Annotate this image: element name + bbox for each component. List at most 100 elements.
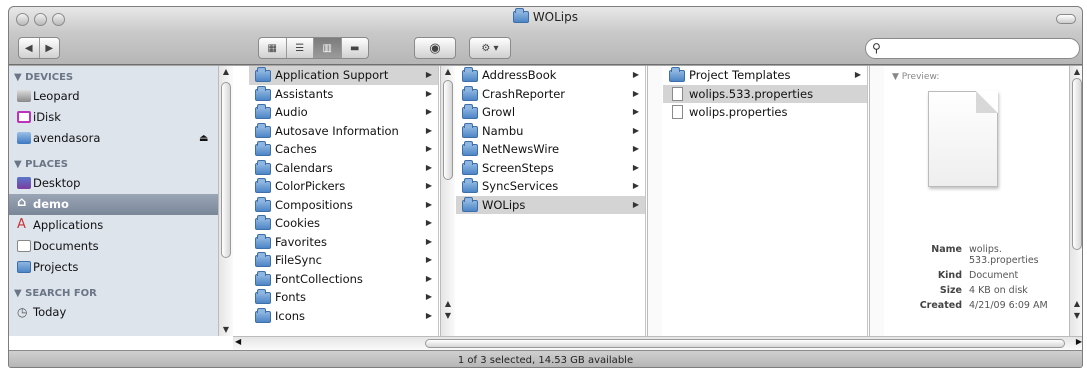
sidebar-header-places[interactable]: ▼ PLACES (9, 157, 231, 173)
sidebar-item-demo[interactable]: ⌂ demo (9, 194, 231, 215)
quick-look-button[interactable]: ◉ (414, 37, 456, 59)
scroll-down-arrow[interactable]: ▼ (1070, 310, 1082, 322)
item-label: ScreenSteps (482, 160, 554, 175)
scroll-up-arrow[interactable]: ▲ (219, 66, 233, 78)
eject-icon[interactable]: ⏏ (199, 128, 208, 149)
list-item[interactable]: CrashReporter ▶ (456, 85, 645, 104)
item-label: CrashReporter (482, 86, 566, 101)
scroll-up-arrow[interactable]: ▲ (441, 66, 455, 78)
back-button[interactable]: ◀ (19, 38, 40, 58)
list-item[interactable]: Growl ▶ (456, 103, 645, 122)
list-item[interactable]: Caches ▶ (249, 140, 438, 159)
list-item[interactable]: Fonts ▶ (249, 288, 438, 307)
scroll-up-arrow[interactable]: ▲ (441, 298, 455, 310)
list-item[interactable]: Compositions ▶ (249, 196, 438, 215)
sidebar-header-devices[interactable]: ▼ DEVICES (9, 70, 231, 86)
folder-icon (255, 196, 271, 212)
list-item[interactable]: Calendars ▶ (249, 159, 438, 178)
action-menu-button[interactable]: ⚙ ▾ (469, 37, 511, 59)
window-title-text: WOLips (532, 10, 579, 24)
sidebar-item-leopard[interactable]: Leopard (9, 86, 231, 107)
gear-icon: ⚙ ▾ (481, 42, 499, 54)
item-label: wolips.533.properties (689, 86, 814, 101)
sidebar-item-idisk[interactable]: iDisk (9, 107, 231, 128)
scroll-thumb[interactable] (1072, 78, 1082, 250)
list-item[interactable]: Icons ▶ (249, 307, 438, 326)
list-item[interactable]: Project Templates ▶ (663, 66, 867, 85)
item-label: WOLips (482, 197, 526, 212)
list-item[interactable]: Assistants ▶ (249, 85, 438, 104)
scroll-down-arrow[interactable]: ▼ (441, 310, 455, 322)
list-item[interactable]: Favorites ▶ (249, 233, 438, 252)
item-label: Nambu (482, 123, 524, 138)
list-item[interactable]: Autosave Information ▶ (249, 122, 438, 141)
sidebar-item-applications[interactable]: A Applications (9, 215, 231, 236)
list-item[interactable]: Application Support ▶ (249, 66, 438, 85)
sidebar-scrollbar[interactable]: ▲ ▼ (218, 66, 233, 336)
sidebar-item-documents[interactable]: Documents (9, 236, 231, 257)
clock-icon: ◷ (17, 305, 28, 319)
item-label: SyncServices (482, 179, 559, 193)
icon-view-button[interactable]: ▦ (259, 38, 287, 58)
column-1-scrollbar[interactable]: ▲ ▲ ▼ (440, 66, 455, 336)
finder-window: WOLips ◀ ▶ ▦ ☰ ▥ ▬ ◉ ⚙ ▾ ⚲ ▼ DEVICES Leo… (8, 6, 1083, 368)
list-item[interactable]: Nambu ▶ (456, 122, 645, 141)
chevron-right-icon: ▶ (425, 162, 432, 172)
scroll-right-arrow[interactable]: ▶ (1076, 337, 1082, 346)
list-item[interactable]: SyncServices ▶ (456, 177, 645, 196)
chevron-right-icon: ▶ (632, 125, 639, 135)
idisk-icon (17, 111, 31, 123)
scroll-down-arrow[interactable]: ▼ (219, 324, 233, 336)
column-view-button[interactable]: ▥ (314, 38, 342, 58)
list-item[interactable]: FileSync ▶ (249, 251, 438, 270)
list-item[interactable]: NetNewsWire ▶ (456, 140, 645, 159)
folder-icon (255, 104, 271, 119)
forward-button[interactable]: ▶ (40, 38, 60, 58)
column-3-scrollbar[interactable] (869, 66, 884, 336)
list-view-button[interactable]: ☰ (287, 38, 314, 58)
list-item[interactable]: wolips.properties (663, 103, 867, 122)
sidebar-item-label: Applications (33, 218, 104, 232)
sidebar-header-search[interactable]: ▼ SEARCH FOR (9, 286, 231, 302)
created-label: Created (919, 300, 962, 311)
list-item[interactable]: AddressBook ▶ (456, 66, 645, 85)
search-field[interactable]: ⚲ (865, 38, 1080, 59)
list-item[interactable]: FontCollections ▶ (249, 270, 438, 289)
item-label: Project Templates (689, 68, 791, 82)
size-label: Size (939, 285, 962, 296)
horizontal-scrollbar[interactable]: ◀ ▶ (233, 336, 1082, 350)
scroll-thumb[interactable] (425, 339, 1065, 348)
list-item[interactable]: Cookies ▶ (249, 214, 438, 233)
chevron-right-icon: ▶ (632, 107, 639, 116)
scroll-left-arrow[interactable]: ◀ (235, 337, 241, 346)
item-label: Icons (275, 308, 306, 323)
chevron-right-icon: ▶ (632, 70, 639, 79)
toolbar-toggle-button[interactable] (1056, 14, 1076, 24)
folder-icon (255, 289, 271, 304)
folder-icon (255, 159, 271, 175)
sidebar-item-projects[interactable]: Projects (9, 257, 231, 278)
list-item[interactable]: Audio ▶ (249, 103, 438, 122)
scroll-thumb[interactable] (221, 82, 231, 258)
list-item[interactable]: ScreenSteps ▶ (456, 159, 645, 178)
size-value: 4 KB on disk (969, 285, 1028, 296)
column-2-scrollbar[interactable] (647, 66, 662, 336)
sidebar-item-avendasora[interactable]: avendasora ⏏ (9, 128, 231, 149)
search-input[interactable] (884, 41, 1069, 56)
list-item[interactable]: ColorPickers ▶ (249, 177, 438, 196)
list-item[interactable]: WOLips ▶ (456, 195, 645, 214)
item-label: Growl (482, 105, 516, 119)
scroll-up-arrow[interactable]: ▲ (1070, 298, 1082, 310)
column-2: AddressBook ▶ CrashReporter ▶ Growl ▶ Nambu ▶ Ne… (456, 66, 646, 336)
status-text: 1 of 3 selected, 14.53 GB available (457, 355, 634, 366)
item-label: FileSync (275, 253, 322, 267)
folder-icon (462, 141, 478, 156)
list-item[interactable]: wolips.533.properties (663, 84, 867, 103)
coverflow-view-button[interactable]: ▬ (342, 38, 369, 58)
sidebar-item-today[interactable]: ◷ Today (9, 302, 231, 323)
chevron-right-icon: ▶ (425, 310, 432, 320)
scroll-up-arrow[interactable]: ▲ (1070, 66, 1082, 78)
sidebar-item-desktop[interactable]: Desktop (9, 173, 231, 194)
preview-scrollbar[interactable]: ▲ ▲ ▼ (1069, 66, 1082, 336)
scroll-thumb[interactable] (443, 80, 453, 180)
